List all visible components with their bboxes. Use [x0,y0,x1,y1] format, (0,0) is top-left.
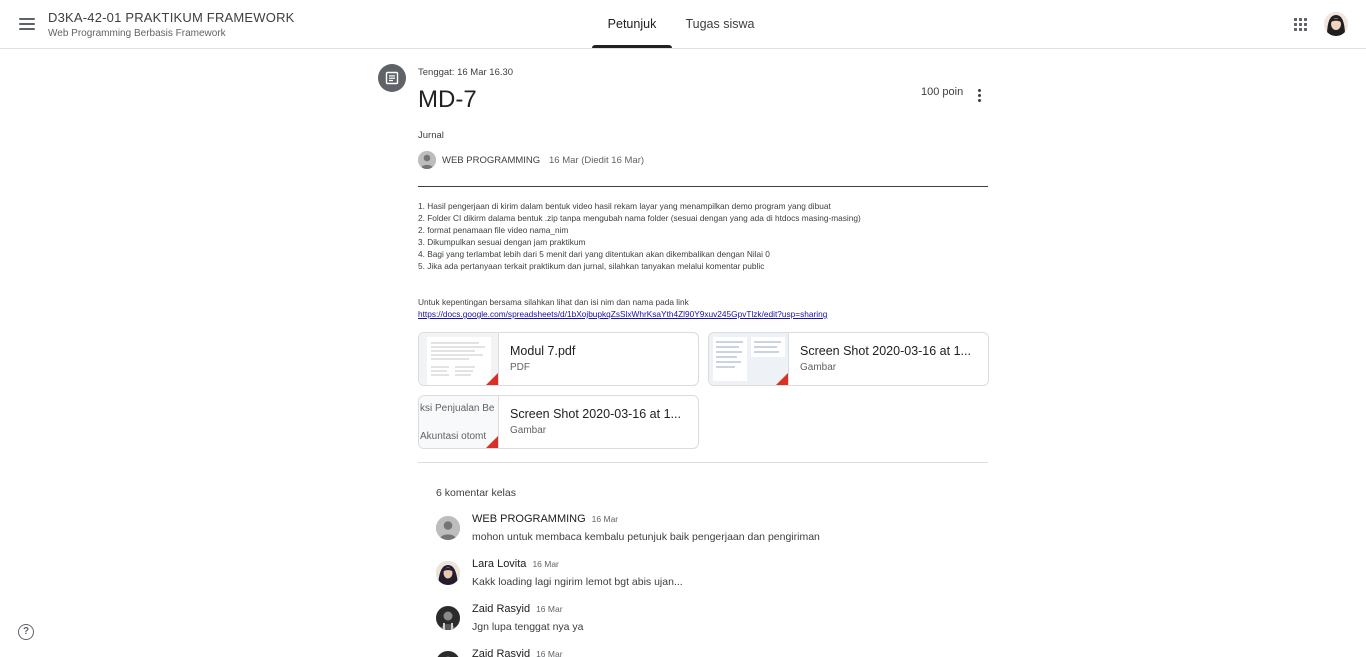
commenter-name: WEB PROGRAMMING 16 Mar [472,513,618,525]
assignment-icon [378,64,406,92]
class-comments-header[interactable]: 6 komentar kelas [436,487,516,499]
attachment-type: Gambar [510,425,547,436]
thumbnail-text: Akuntasi otomt [420,431,487,442]
help-circle-icon[interactable]: ? [18,624,34,640]
image-fold-icon [486,436,498,448]
attachment-thumbnail: ksi Penjualan Be Akuntasi otomt [419,396,499,448]
instruction-line: 2. format penamaan file video nama_nim [418,225,569,235]
google-apps-grid-icon[interactable] [1289,13,1311,35]
assignment-title: MD-7 [418,86,477,113]
attachment-type: PDF [510,362,530,373]
instruction-line: 2. Folder CI dikirm dalama bentuk .zip t… [418,213,861,223]
pdf-fold-icon [486,373,498,385]
commenter-avatar [436,516,460,540]
more-vert-icon[interactable] [972,86,986,104]
points-label: 100 poin [921,86,964,98]
comment-item: Zaid Rasyid 16 Mar [436,648,996,657]
commenter-name: Lara Lovita 16 Mar [472,558,559,570]
topic-label: Jurnal [418,130,444,141]
commenter-name: Zaid Rasyid 16 Mar [472,648,563,657]
comment-item: Zaid Rasyid 16 Mar Jgn lupa tenggat nya y… [436,603,996,643]
due-date: Tenggat: 16 Mar 16.30 [418,67,514,78]
spreadsheet-note: Untuk kepentingan bersama silahkan lihat… [418,297,689,307]
commenter-avatar [436,561,460,585]
class-title[interactable]: D3KA-42-01 PRAKTIKUM FRAMEWORK [48,10,295,25]
comment-text: Kakk loading lagi ngirim lemot bgt abis … [472,576,683,588]
instruction-line: 1. Hasil pengerjaan di kirim dalam bentu… [418,201,831,211]
attachment-thumbnail [709,333,789,385]
instruction-line: 4. Bagi yang terlambat lebih dari 5 meni… [418,249,770,259]
commenter-avatar [436,651,460,657]
comment-item: WEB PROGRAMMING 16 Mar mohon untuk membac… [436,513,996,553]
attachment-name: Modul 7.pdf [510,344,576,358]
commenter-name-text: Zaid Rasyid [472,603,531,615]
instruction-line: 3. Dikumpulkan sesuai dengan jam praktik… [418,237,586,247]
comment-text: mohon untuk membaca kembalu petunjuk bai… [472,531,820,543]
thumbnail-text: ksi Penjualan Be [420,403,495,414]
commenter-name-text: Lara Lovita [472,558,527,570]
tab-tugas-siswa[interactable]: Tugas siswa [682,0,758,48]
divider [418,186,988,187]
commenter-name-text: WEB PROGRAMMING [472,513,586,525]
image-fold-icon [776,373,788,385]
commenter-name: Zaid Rasyid 16 Mar [472,603,563,615]
attachment-card[interactable]: Modul 7.pdf PDF [418,332,699,386]
comment-date: 16 Mar [536,649,563,657]
commenter-avatar [436,606,460,630]
spreadsheet-link[interactable]: https://docs.google.com/spreadsheets/d/1… [418,308,827,320]
comment-date: 16 Mar [536,604,563,614]
attachment-name: Screen Shot 2020-03-16 at 1... [800,344,971,358]
attachment-name: Screen Shot 2020-03-16 at 1... [510,407,681,421]
comment-date: 16 Mar [591,514,619,524]
account-avatar[interactable] [1324,12,1348,36]
comment-item: Lara Lovita 16 Mar Kakk loading lagi ngir… [436,558,996,598]
top-app-bar: D3KA-42-01 PRAKTIKUM FRAMEWORK Web Progr… [0,0,1366,49]
instructions: 1. Hasil pengerjaan di kirim dalam bentu… [418,200,988,272]
comment-date: 16 Mar [532,559,559,569]
divider [418,462,988,463]
author-avatar [418,151,436,169]
author-name: WEB PROGRAMMING [442,155,541,166]
attachment-thumbnail [419,333,499,385]
attachment-type: Gambar [800,362,837,373]
comment-text: Jgn lupa tenggat nya ya [472,621,584,633]
attachment-card[interactable]: Screen Shot 2020-03-16 at 1... Gambar [708,332,989,386]
instruction-line: 5. Jika ada pertanyaan terkait praktikum… [418,261,765,271]
attachment-card[interactable]: ksi Penjualan Be Akuntasi otomt Screen S… [418,395,699,449]
class-subtitle: Web Programming Berbasis Framework [48,28,226,39]
commenter-name-text: Zaid Rasyid [472,648,531,657]
post-date: 16 Mar (Diedit 16 Mar) [549,155,645,166]
tab-petunjuk[interactable]: Petunjuk [592,0,672,48]
hamburger-menu-icon[interactable] [14,12,40,36]
